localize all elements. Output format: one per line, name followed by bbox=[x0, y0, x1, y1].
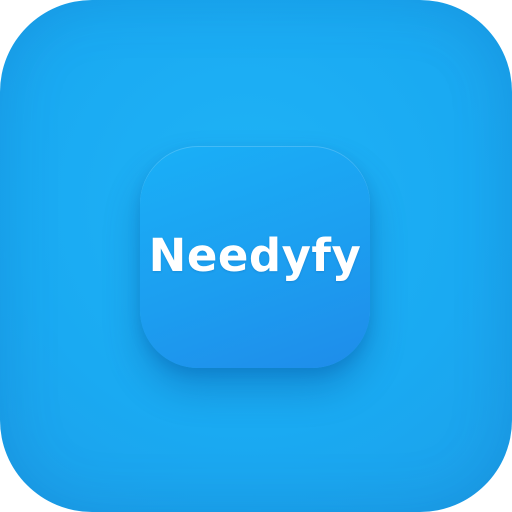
canvas: Needyfy bbox=[0, 0, 512, 512]
app-icon[interactable]: Needyfy bbox=[140, 146, 370, 368]
app-name-label: Needyfy bbox=[148, 228, 362, 282]
